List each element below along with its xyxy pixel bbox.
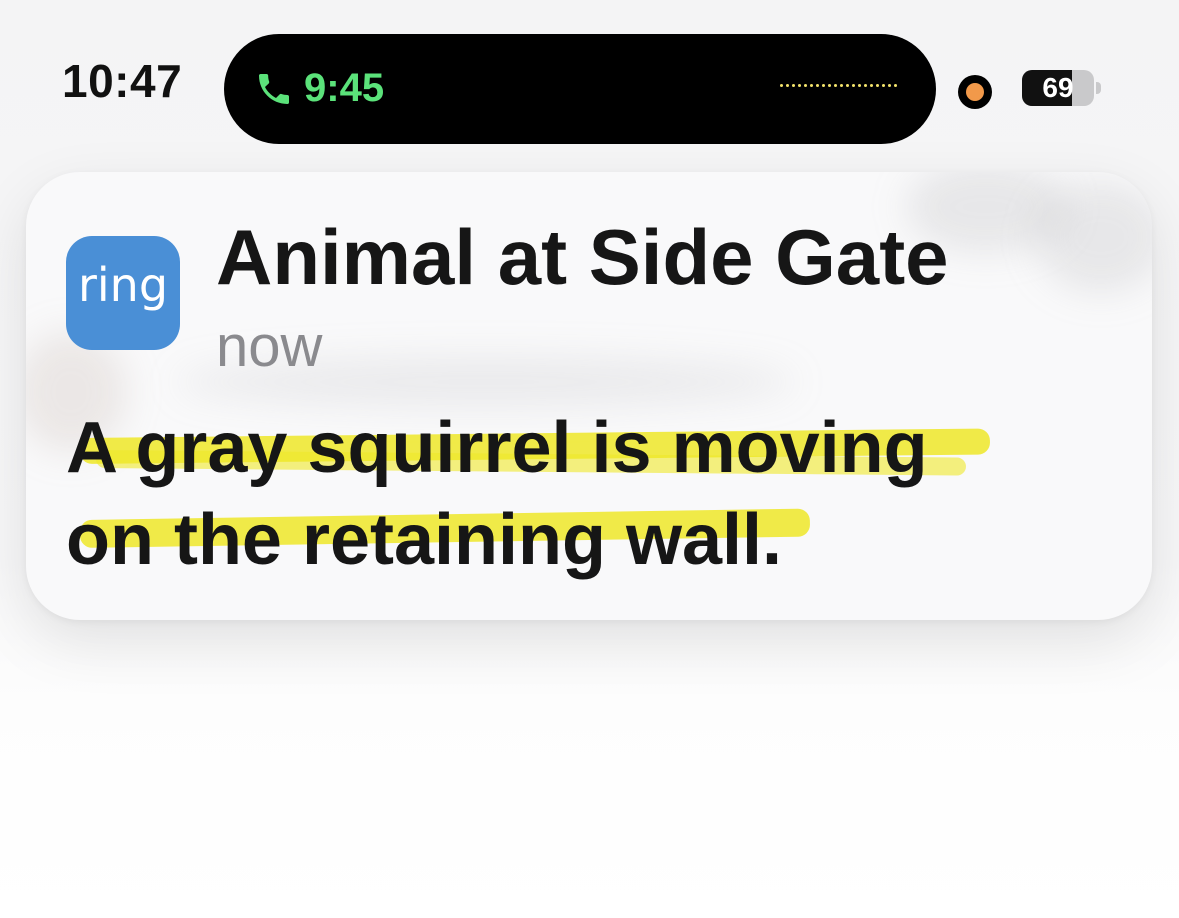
notification-body: A gray squirrel is moving on the retaini… xyxy=(66,402,1106,586)
dynamic-island-call[interactable]: 9:45 xyxy=(224,34,936,144)
app-icon-label: ring xyxy=(77,258,169,312)
notification-title: Animal at Side Gate xyxy=(216,213,949,301)
body-line-1: A gray squirrel is moving xyxy=(66,402,1106,494)
battery-icon: 69 xyxy=(1022,70,1094,106)
background-blur xyxy=(1036,182,1152,292)
body-text-line-2: on the retaining wall. xyxy=(66,500,783,580)
body-text-line-1: A gray squirrel is moving xyxy=(66,408,928,488)
ring-app-icon: ring xyxy=(66,236,180,350)
phone-icon xyxy=(259,74,289,104)
battery-level: 69 xyxy=(1042,72,1074,103)
audio-waveform-icon xyxy=(780,84,897,87)
ring-notification[interactable]: ring Animal at Side Gate now A gray squi… xyxy=(26,172,1152,620)
notification-timestamp: now xyxy=(216,314,323,379)
call-duration: 9:45 xyxy=(304,66,385,110)
battery-tip xyxy=(1096,82,1101,94)
status-bar-time: 10:47 xyxy=(62,55,183,107)
privacy-indicator-icon xyxy=(958,75,992,109)
body-line-2: on the retaining wall. xyxy=(66,494,1106,586)
